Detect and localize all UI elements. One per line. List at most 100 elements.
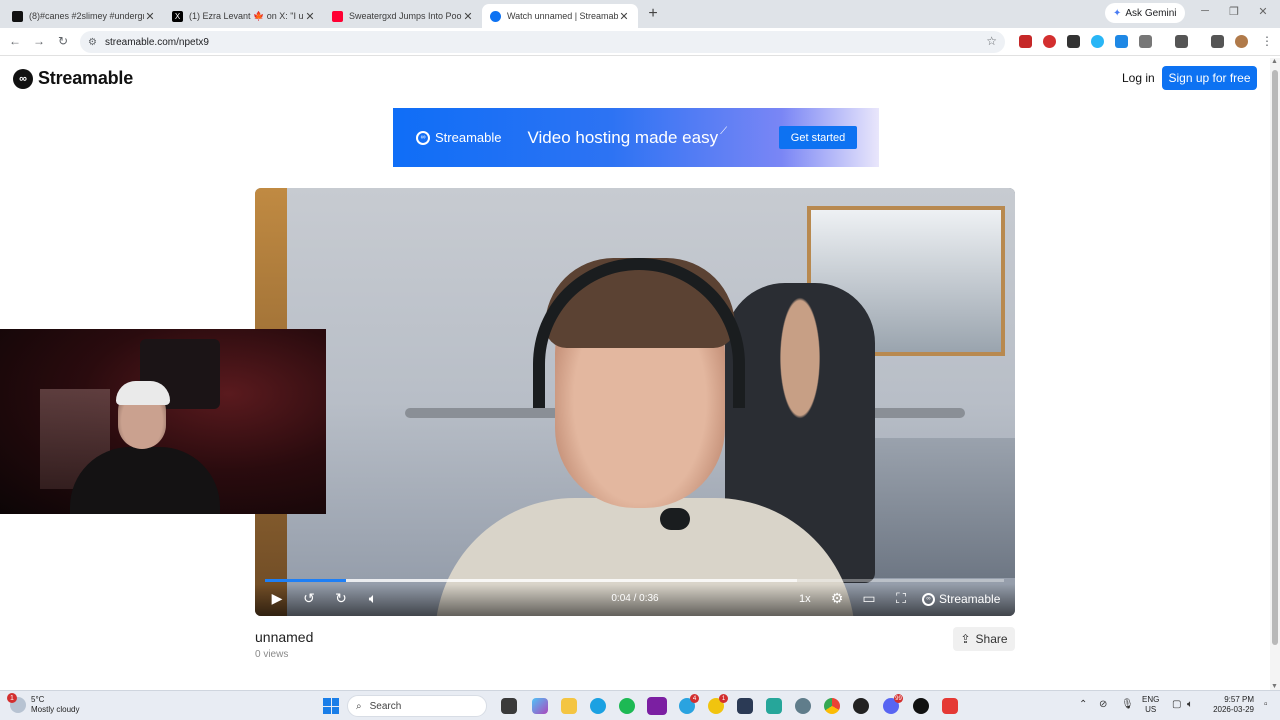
profile-avatar[interactable] bbox=[1235, 35, 1248, 48]
playback-speed-button[interactable]: 1x bbox=[799, 593, 811, 605]
telegram-icon[interactable]: 4 bbox=[679, 694, 699, 714]
weather-desc: Mostly cloudy bbox=[31, 705, 80, 714]
webcam-detail bbox=[116, 381, 170, 405]
site-info-icon[interactable]: ⚙ bbox=[88, 37, 97, 48]
rewind-10-icon[interactable]: ↺ bbox=[299, 590, 319, 607]
extension-icon[interactable] bbox=[1115, 35, 1128, 48]
signup-button[interactable]: Sign up for free bbox=[1162, 66, 1257, 90]
url-text: streamable.com/npetx9 bbox=[104, 36, 209, 48]
close-tab-icon[interactable]: ✕ bbox=[144, 10, 156, 23]
ask-gemini-label: Ask Gemini bbox=[1125, 7, 1177, 19]
address-bar[interactable]: ⚙ streamable.com/npetx9 ☆ bbox=[80, 31, 1005, 53]
windows-start-icon[interactable] bbox=[323, 698, 339, 714]
display-icon[interactable]: ▢ bbox=[1172, 699, 1181, 710]
scrollbar-thumb[interactable] bbox=[1272, 70, 1278, 645]
back-icon[interactable]: ← bbox=[7, 34, 23, 48]
picture-in-picture-icon[interactable]: ▭ bbox=[859, 590, 879, 607]
forward-icon[interactable]: → bbox=[31, 34, 47, 48]
play-icon[interactable]: ▶ bbox=[267, 590, 287, 607]
speaker-icon[interactable]: 🔈︎ bbox=[1187, 699, 1193, 710]
sparkle-icon: ⟋ bbox=[720, 126, 728, 137]
tray-network-icon[interactable]: ⊘ bbox=[1099, 699, 1107, 710]
tab-title: (1) Ezra Levant 🍁 on X: "I u bbox=[189, 10, 304, 21]
promo-banner[interactable]: ∞ Streamable Video hosting made easy ⟋ G… bbox=[393, 108, 879, 167]
streamable-logo-icon: ∞ bbox=[13, 68, 33, 89]
forward-10-icon[interactable]: ↻ bbox=[331, 590, 351, 607]
tab-strip: (8)#canes #2slimey #undergrou ✕ X (1) Ez… bbox=[0, 0, 1280, 28]
menu-kebab-icon[interactable]: ⋮ bbox=[1259, 34, 1275, 48]
player-brand[interactable]: ∞ Streamable bbox=[922, 592, 1000, 606]
settings-gear-icon[interactable]: ⚙ bbox=[827, 590, 847, 607]
extension-icon[interactable] bbox=[1091, 35, 1104, 48]
app-icon[interactable] bbox=[737, 698, 753, 714]
clock-time: 9:57 PM bbox=[1224, 695, 1254, 704]
microphone-icon[interactable]: 🎙︎ bbox=[1121, 699, 1134, 710]
view-count: 0 views bbox=[255, 649, 289, 660]
get-started-button[interactable]: Get started bbox=[779, 126, 857, 149]
tab-tiktok[interactable]: (8)#canes #2slimey #undergrou ✕ bbox=[4, 4, 164, 28]
minimize-icon[interactable]: ─ bbox=[1190, 5, 1220, 17]
seek-bar[interactable] bbox=[265, 579, 1004, 582]
close-window-icon[interactable]: ✕ bbox=[1248, 5, 1278, 18]
extension-icon[interactable] bbox=[1067, 35, 1080, 48]
discord-icon[interactable]: 99 bbox=[883, 694, 903, 714]
bookmark-star-icon[interactable]: ☆ bbox=[986, 34, 997, 48]
volume-icon[interactable]: 🔈︎ bbox=[363, 590, 383, 607]
task-view-icon[interactable] bbox=[501, 698, 517, 714]
system-clock[interactable]: 9:57 PM 2026-03-29 bbox=[1206, 695, 1254, 715]
reload-icon[interactable]: ↻ bbox=[55, 34, 71, 48]
page-scrollbar[interactable]: ▲ ▼ bbox=[1270, 58, 1280, 690]
webcam-overlay bbox=[0, 329, 326, 514]
extension-icon[interactable] bbox=[1043, 35, 1056, 48]
tab-youtube[interactable]: Sweatergxd Jumps Into Pool - Y ✕ bbox=[324, 4, 482, 28]
restore-icon[interactable]: ❐ bbox=[1219, 5, 1249, 18]
notifications-icon[interactable]: ▫ bbox=[1264, 699, 1268, 710]
obs-icon[interactable] bbox=[913, 698, 929, 714]
region-code: US bbox=[1145, 705, 1157, 714]
tab-x[interactable]: X (1) Ezra Levant 🍁 on X: "I u ✕ bbox=[164, 4, 324, 28]
player-controls: ▶ ↺ ↻ 🔈︎ 0:04 / 0:36 1x ⚙ ▭ ⛶ ∞ Streamab… bbox=[255, 584, 1015, 616]
banner-logo: ∞ Streamable bbox=[416, 130, 501, 145]
fullscreen-icon[interactable]: ⛶ bbox=[891, 590, 911, 607]
spotify-icon[interactable] bbox=[619, 698, 635, 714]
taskbar-search[interactable]: ⌕ Search bbox=[347, 695, 487, 717]
ask-gemini-button[interactable]: ✦ Ask Gemini bbox=[1105, 3, 1185, 23]
scroll-down-icon[interactable]: ▼ bbox=[1271, 683, 1278, 690]
browser-toolbar: ← → ↻ ⚙ streamable.com/npetx9 ☆ ⋮ bbox=[0, 28, 1280, 56]
app-icon[interactable]: 1 bbox=[708, 694, 728, 714]
close-tab-icon[interactable]: ✕ bbox=[462, 10, 474, 23]
login-link[interactable]: Log in bbox=[1122, 71, 1155, 85]
copilot-icon[interactable] bbox=[532, 698, 548, 714]
scroll-up-icon[interactable]: ▲ bbox=[1271, 58, 1278, 65]
edge-icon[interactable] bbox=[590, 698, 606, 714]
share-button[interactable]: ⇪ Share bbox=[953, 627, 1015, 651]
close-tab-icon[interactable]: ✕ bbox=[304, 10, 316, 23]
language-indicator[interactable]: ENG US bbox=[1142, 695, 1159, 715]
new-tab-button[interactable]: + bbox=[644, 5, 662, 23]
video-player[interactable]: ▶ ↺ ↻ 🔈︎ 0:04 / 0:36 1x ⚙ ▭ ⛶ ∞ Streamab… bbox=[255, 188, 1015, 616]
app-icon[interactable] bbox=[853, 698, 869, 714]
puzzle-extensions-icon[interactable] bbox=[1139, 35, 1152, 48]
settings-icon[interactable] bbox=[795, 698, 811, 714]
played-bar bbox=[265, 579, 347, 582]
file-explorer-icon[interactable] bbox=[561, 698, 577, 714]
x-icon: X bbox=[172, 10, 183, 22]
share-label: Share bbox=[975, 632, 1008, 646]
tray-chevron-icon[interactable]: ⌃ bbox=[1079, 699, 1087, 710]
extension-icon[interactable] bbox=[1019, 35, 1032, 48]
close-tab-icon[interactable]: ✕ bbox=[618, 10, 630, 23]
weather-widget[interactable]: 1 5°C Mostly cloudy bbox=[7, 693, 80, 715]
youtube-icon bbox=[332, 10, 343, 22]
chrome-icon[interactable] bbox=[824, 698, 840, 714]
tab-search-icon[interactable] bbox=[1175, 35, 1188, 48]
clock-date: 2026-03-29 bbox=[1213, 705, 1254, 714]
streamable-logo[interactable]: ∞ Streamable bbox=[13, 68, 133, 89]
tab-streamable[interactable]: Watch unnamed | Streamable ✕ bbox=[482, 4, 638, 28]
media-icon[interactable] bbox=[1211, 35, 1224, 48]
notepad-icon[interactable] bbox=[766, 698, 782, 714]
snipping-tool-icon[interactable] bbox=[942, 698, 958, 714]
app-icon[interactable] bbox=[647, 697, 667, 715]
gemini-sparkle-icon: ✦ bbox=[1113, 7, 1122, 19]
cloud-icon: 1 bbox=[7, 693, 26, 713]
search-icon: ⌕ bbox=[356, 700, 362, 712]
